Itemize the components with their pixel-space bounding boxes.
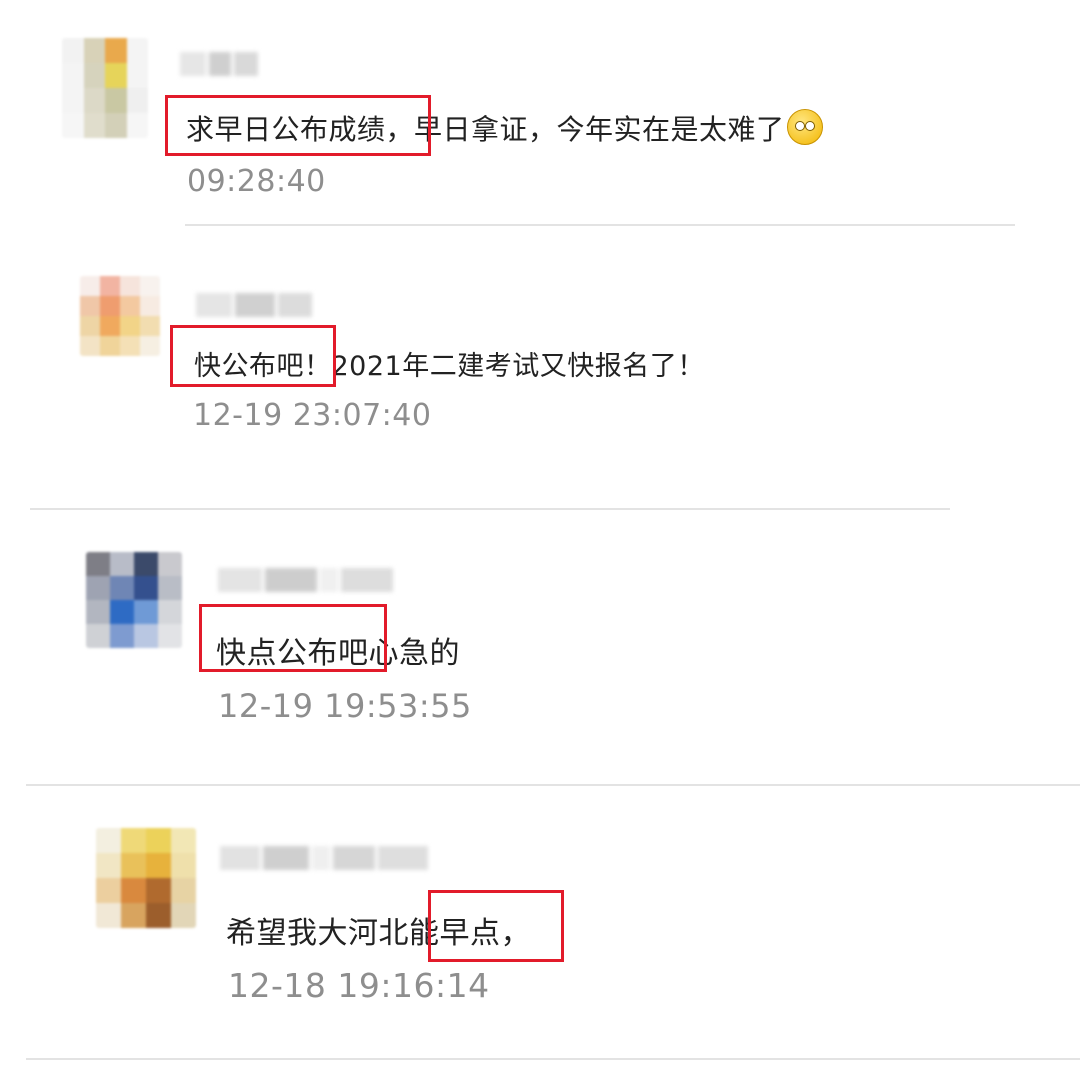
comment-timestamp: 09:28:40 [187, 164, 326, 199]
highlight-box [170, 325, 336, 387]
highlight-box [165, 95, 431, 156]
username[interactable] [218, 568, 396, 592]
username[interactable] [196, 293, 314, 317]
divider [26, 784, 1080, 786]
smiling-face-icon [786, 109, 823, 145]
username[interactable] [220, 846, 434, 870]
divider [26, 1058, 1080, 1060]
highlight-box [428, 890, 564, 962]
comment-item: 求早日公布成绩，早日拿证，今年实在是太难了 09:28:40 [0, 0, 1080, 228]
avatar[interactable] [96, 828, 196, 928]
avatar[interactable] [86, 552, 182, 648]
username[interactable] [180, 52, 258, 76]
divider [185, 224, 1015, 226]
avatar[interactable] [62, 38, 148, 138]
divider [30, 508, 950, 510]
avatar[interactable] [80, 276, 160, 356]
comment-timestamp: 12-19 23:07:40 [193, 398, 432, 433]
comment-timestamp: 12-19 19:53:55 [218, 687, 472, 725]
highlight-box [199, 604, 387, 672]
comment-timestamp: 12-18 19:16:14 [228, 966, 490, 1005]
